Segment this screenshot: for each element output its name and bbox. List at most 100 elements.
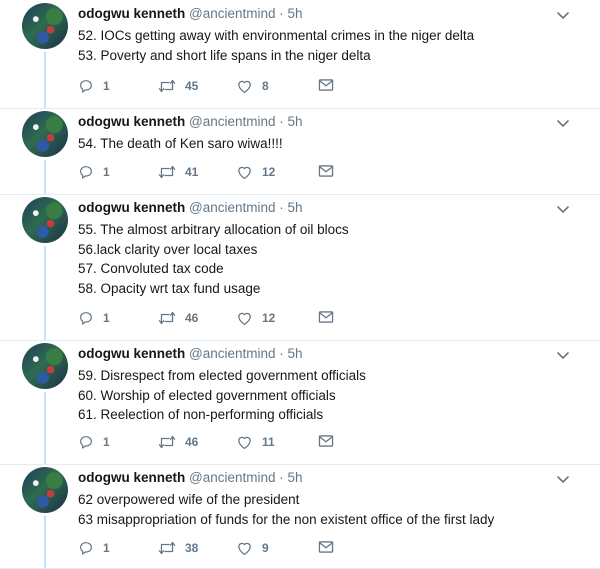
reply-count: 1 — [103, 165, 110, 179]
direct-message-button[interactable] — [318, 540, 334, 554]
direct-message-icon — [318, 540, 334, 554]
reply-icon — [78, 164, 94, 180]
tweet[interactable]: odogwu kenneth @ancientmind · 5h 62 over… — [0, 464, 600, 569]
reply-icon — [78, 310, 94, 326]
timestamp[interactable]: 5h — [288, 200, 303, 215]
reply-icon — [78, 540, 94, 556]
tweet-thread: odogwu kenneth @ancientmind · 5h 52. IOC… — [0, 0, 600, 569]
retweet-button[interactable]: 41 — [158, 164, 198, 180]
user-handle[interactable]: @ancientmind — [189, 6, 276, 21]
tweet-text: 62 overpowered wife of the president 63 m… — [78, 490, 494, 529]
chevron-down-icon[interactable] — [556, 202, 570, 214]
like-count: 12 — [262, 311, 276, 325]
chevron-down-icon[interactable] — [556, 8, 570, 20]
tweet-text-line: 60. Worship of elected government offici… — [78, 387, 336, 403]
user-handle[interactable]: @ancientmind — [189, 470, 276, 485]
retweet-count: 45 — [185, 79, 199, 93]
retweet-count: 41 — [185, 165, 199, 179]
retweet-button[interactable]: 45 — [158, 78, 198, 94]
like-icon — [236, 434, 253, 450]
reply-button[interactable]: 1 — [78, 540, 110, 556]
like-button[interactable]: 12 — [236, 310, 275, 326]
retweet-icon — [158, 78, 176, 94]
like-button[interactable]: 11 — [236, 434, 275, 450]
chevron-down-icon[interactable] — [556, 116, 570, 128]
tweet-text-line: 55. The almost arbitrary allocation of o… — [78, 222, 349, 237]
tweet-text-line: 63 misappropriation of funds for the non… — [78, 511, 495, 527]
thread-connector-line — [44, 52, 46, 108]
tweet[interactable]: odogwu kenneth @ancientmind · 5h 59. Dis… — [0, 340, 600, 465]
like-count: 9 — [262, 541, 269, 555]
tweet-header: odogwu kenneth @ancientmind · 5h — [78, 200, 303, 216]
retweet-icon — [158, 434, 176, 450]
thread-connector-line — [44, 516, 46, 568]
separator-dot: · — [279, 6, 284, 21]
tweet-text-line: 53. Poverty and short life spans in the … — [78, 47, 371, 63]
tweet[interactable]: odogwu kenneth @ancientmind · 5h 54. The… — [0, 108, 600, 195]
like-count: 11 — [262, 435, 275, 449]
tweet-text-line: 59. Disrespect from elected government o… — [78, 368, 366, 383]
tweet-header: odogwu kenneth @ancientmind · 5h — [78, 114, 303, 130]
tweet-text: 55. The almost arbitrary allocation of o… — [78, 220, 349, 298]
tweet-text-line: 57. Convoluted tax code — [78, 261, 224, 277]
separator-dot: · — [279, 470, 284, 485]
user-handle[interactable]: @ancientmind — [189, 114, 276, 129]
user-name[interactable]: odogwu kenneth — [78, 200, 185, 215]
reply-button[interactable]: 1 — [78, 310, 110, 326]
direct-message-button[interactable] — [318, 310, 334, 324]
direct-message-icon — [318, 310, 334, 324]
direct-message-icon — [318, 434, 334, 448]
reply-button[interactable]: 1 — [78, 434, 110, 450]
direct-message-button[interactable] — [318, 164, 334, 178]
tweet-text-line: 61. Reelection of non-performing officia… — [78, 407, 324, 423]
avatar[interactable] — [22, 197, 68, 243]
reply-count: 1 — [103, 79, 110, 93]
user-name[interactable]: odogwu kenneth — [78, 114, 185, 129]
avatar[interactable] — [22, 111, 68, 157]
reply-button[interactable]: 1 — [78, 164, 110, 180]
avatar[interactable] — [22, 3, 68, 49]
reply-button[interactable]: 1 — [78, 78, 110, 94]
direct-message-button[interactable] — [318, 434, 334, 448]
retweet-count: 46 — [185, 435, 199, 449]
timestamp[interactable]: 5h — [288, 470, 303, 485]
user-name[interactable]: odogwu kenneth — [78, 470, 185, 485]
like-button[interactable]: 12 — [236, 164, 275, 180]
retweet-button[interactable]: 46 — [158, 434, 198, 450]
chevron-down-icon[interactable] — [556, 348, 570, 360]
like-button[interactable]: 9 — [236, 540, 269, 556]
tweet-text-line: 52. IOCs getting away with environmental… — [78, 28, 475, 43]
timestamp[interactable]: 5h — [288, 6, 303, 21]
direct-message-button[interactable] — [318, 78, 334, 92]
user-handle[interactable]: @ancientmind — [189, 346, 276, 361]
separator-dot: · — [279, 346, 284, 361]
retweet-button[interactable]: 38 — [158, 540, 198, 556]
user-handle[interactable]: @ancientmind — [189, 200, 276, 215]
user-name[interactable]: odogwu kenneth — [78, 346, 185, 361]
tweet-header: odogwu kenneth @ancientmind · 5h — [78, 6, 303, 22]
thread-connector-line — [44, 392, 46, 464]
reply-icon — [78, 434, 94, 450]
tweet-text: 59. Disrespect from elected government o… — [78, 366, 366, 425]
timestamp[interactable]: 5h — [288, 114, 303, 129]
retweet-button[interactable]: 46 — [158, 310, 198, 326]
tweet[interactable]: odogwu kenneth @ancientmind · 5h 52. IOC… — [0, 0, 600, 109]
tweet-actions: 1 46 12 — [78, 310, 418, 328]
tweet-text-line: 62 overpowered wife of the president — [78, 492, 300, 507]
tweet-actions: 1 38 9 — [78, 540, 418, 558]
tweet-header: odogwu kenneth @ancientmind · 5h — [78, 470, 303, 486]
separator-dot: · — [279, 114, 284, 129]
avatar[interactable] — [22, 467, 68, 513]
like-button[interactable]: 8 — [236, 78, 269, 94]
chevron-down-icon[interactable] — [556, 472, 570, 484]
retweet-count: 38 — [185, 541, 199, 555]
direct-message-icon — [318, 78, 334, 92]
reply-count: 1 — [103, 311, 110, 325]
timestamp[interactable]: 5h — [288, 346, 303, 361]
avatar[interactable] — [22, 343, 68, 389]
retweet-icon — [158, 310, 176, 326]
like-icon — [236, 78, 253, 94]
reply-count: 1 — [103, 435, 110, 449]
tweet[interactable]: odogwu kenneth @ancientmind · 5h 55. The… — [0, 194, 600, 341]
user-name[interactable]: odogwu kenneth — [78, 6, 185, 21]
